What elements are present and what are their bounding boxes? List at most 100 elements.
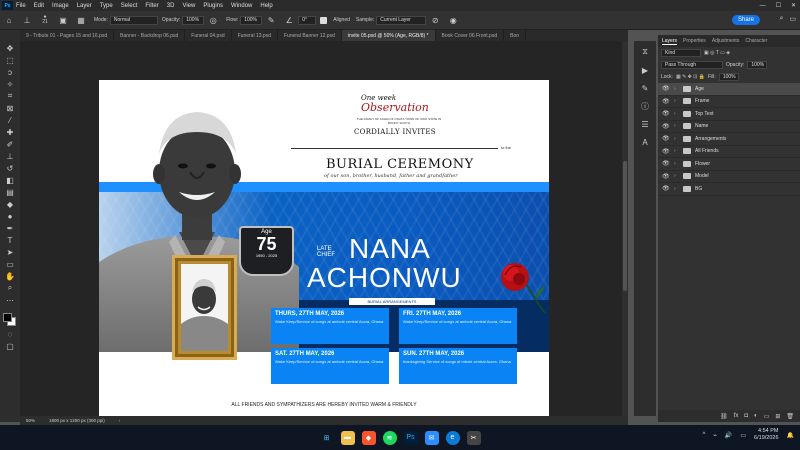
visibility-eye-icon[interactable]: 👁: [662, 135, 670, 142]
menu-3d[interactable]: 3D: [167, 3, 175, 9]
crop-tool-icon[interactable]: ⌗: [4, 91, 16, 101]
blend-mode-select[interactable]: Pass Through: [661, 61, 723, 69]
eraser-tool-icon[interactable]: ◧: [4, 175, 16, 185]
status-arrow-icon[interactable]: ›: [119, 418, 121, 423]
search-icon[interactable]: ⌕: [779, 15, 783, 23]
fill-field[interactable]: 100%: [718, 73, 739, 81]
brush-settings-icon[interactable]: ▣: [58, 15, 68, 25]
brave-browser-icon[interactable]: ◆: [361, 430, 376, 445]
gradient-tool-icon[interactable]: ▤: [4, 187, 16, 197]
volume-icon[interactable]: 🔊: [725, 432, 732, 439]
opacity-field[interactable]: 100%: [182, 15, 205, 25]
home-icon[interactable]: ⌂: [4, 15, 14, 25]
airbrush-icon[interactable]: ✎: [266, 15, 276, 25]
visibility-eye-icon[interactable]: 👁: [662, 173, 670, 180]
filter-icons[interactable]: ▣ ◎ T ▭ ◈: [704, 50, 730, 56]
history-brush-tool-icon[interactable]: ↺: [4, 163, 16, 173]
kind-filter-select[interactable]: Kind: [661, 49, 701, 57]
dodge-tool-icon[interactable]: ●: [4, 211, 16, 221]
quick-mask-icon[interactable]: ◌: [4, 329, 16, 339]
chevron-right-icon[interactable]: ›: [674, 186, 679, 192]
fx-icon[interactable]: fx: [734, 413, 739, 419]
brush-preset-icon[interactable]: ● 21: [40, 15, 50, 25]
pen-tool-icon[interactable]: ✒: [4, 223, 16, 233]
sample-select[interactable]: Current Layer: [376, 15, 427, 25]
chevron-right-icon[interactable]: ›: [674, 148, 679, 154]
visibility-eye-icon[interactable]: 👁: [662, 148, 670, 155]
brush-tool-icon[interactable]: ✐: [4, 139, 16, 149]
share-button[interactable]: Share: [731, 15, 760, 25]
layer-all-friends[interactable]: 👁 › All Friends: [658, 146, 800, 158]
marquee-tool-icon[interactable]: ⬚: [4, 55, 16, 65]
visibility-eye-icon[interactable]: 👁: [662, 110, 670, 117]
layer-name-group[interactable]: 👁 › Name: [658, 121, 800, 133]
vertical-scrollbar[interactable]: [622, 41, 628, 416]
pressure-size-icon[interactable]: ◉: [448, 15, 458, 25]
chevron-right-icon[interactable]: ›: [674, 86, 679, 92]
lasso-tool-icon[interactable]: ↄ: [4, 67, 16, 77]
tab-tribute-01[interactable]: 9 - Tribute 01 - Pages 15 and 16.psd: [20, 30, 115, 41]
adjustment-layer-icon[interactable]: ◐: [754, 413, 758, 419]
type-tool-icon[interactable]: T: [4, 235, 16, 245]
chevron-right-icon[interactable]: ›: [674, 161, 679, 167]
clone-stamp-tool-icon[interactable]: ⊥: [22, 15, 32, 25]
menu-plugins[interactable]: Plugins: [203, 3, 223, 9]
chevron-right-icon[interactable]: ›: [674, 123, 679, 129]
properties-panel-icon[interactable]: ☰: [639, 119, 651, 129]
delete-layer-icon[interactable]: 🗑: [786, 413, 794, 420]
more-tools-icon[interactable]: ⋯: [4, 295, 16, 305]
path-select-tool-icon[interactable]: ➤: [4, 247, 16, 257]
angle-icon[interactable]: ∠: [284, 15, 294, 25]
blur-tool-icon[interactable]: ◆: [4, 199, 16, 209]
document-size[interactable]: 1800 px x 1200 px (300 ppi): [49, 418, 105, 423]
layer-opacity-field[interactable]: 100%: [747, 61, 768, 69]
minimize-button[interactable]: —: [760, 3, 766, 9]
tab-boo[interactable]: Boo: [504, 30, 527, 41]
layer-top-text[interactable]: 👁 › Top Text: [658, 108, 800, 121]
photoshop-taskbar-icon[interactable]: Ps: [403, 430, 418, 445]
clone-source-icon[interactable]: ▦: [76, 15, 86, 25]
menu-select[interactable]: Select: [121, 3, 138, 9]
tab-properties[interactable]: Properties: [683, 38, 706, 44]
file-explorer-icon[interactable]: ▬: [340, 430, 355, 445]
menu-window[interactable]: Window: [231, 3, 252, 9]
workspace-icon[interactable]: ▭: [789, 15, 796, 23]
menu-image[interactable]: Image: [52, 3, 69, 9]
quick-select-tool-icon[interactable]: ✧: [4, 79, 16, 89]
visibility-eye-icon[interactable]: 👁: [662, 185, 670, 192]
shape-tool-icon[interactable]: ▭: [4, 259, 16, 269]
link-layers-icon[interactable]: ⛓: [720, 413, 728, 420]
canvas-workspace[interactable]: One week Observation THE FAMILY OF ASHIA…: [20, 41, 628, 422]
windows-start-icon[interactable]: ⊞: [320, 431, 334, 445]
flow-field[interactable]: 100%: [240, 15, 263, 25]
zoom-level[interactable]: 50%: [26, 418, 35, 423]
menu-type[interactable]: Type: [100, 3, 113, 9]
layer-bg[interactable]: 👁 › BG: [658, 183, 800, 196]
tab-layers[interactable]: Layers: [662, 38, 678, 45]
aligned-checkbox[interactable]: [320, 16, 328, 24]
menu-file[interactable]: File: [16, 3, 26, 9]
menu-help[interactable]: Help: [260, 3, 272, 9]
tab-funeral-banner-12[interactable]: Funeral Banner 12.psd: [278, 30, 342, 41]
hand-tool-icon[interactable]: ✋: [4, 271, 16, 281]
scrollbar-thumb[interactable]: [623, 161, 627, 291]
layer-flower[interactable]: 👁 › Flower: [658, 158, 800, 171]
angle-field[interactable]: 0°: [298, 15, 317, 25]
foreground-color-swatch[interactable]: [3, 313, 12, 322]
pressure-opacity-icon[interactable]: ◎: [208, 15, 218, 25]
visibility-eye-icon[interactable]: 👁: [662, 85, 670, 92]
messaging-app-icon[interactable]: ✉: [424, 430, 439, 445]
actions-panel-icon[interactable]: ▶: [639, 65, 651, 75]
clock[interactable]: 4:54 PM 6/19/2026: [754, 428, 778, 442]
character-panel-icon[interactable]: A: [639, 137, 651, 147]
add-mask-icon[interactable]: ◘: [744, 413, 748, 419]
tab-banner-backdrop-06[interactable]: Banner - Backdrop 06.psd: [114, 30, 186, 41]
info-panel-icon[interactable]: ⓘ: [639, 101, 651, 111]
network-icon[interactable]: ⌁: [713, 432, 717, 439]
move-tool-icon[interactable]: ✥: [4, 43, 16, 53]
layer-model[interactable]: 👁 › Model: [658, 171, 800, 183]
tab-funeral-13[interactable]: Funeral 13.psd: [232, 30, 278, 41]
tab-book-cover-06[interactable]: Book Cover 06 Front.psd: [436, 30, 505, 41]
menu-layer[interactable]: Layer: [77, 3, 92, 9]
document-canvas[interactable]: One week Observation THE FAMILY OF ASHIA…: [99, 80, 549, 422]
